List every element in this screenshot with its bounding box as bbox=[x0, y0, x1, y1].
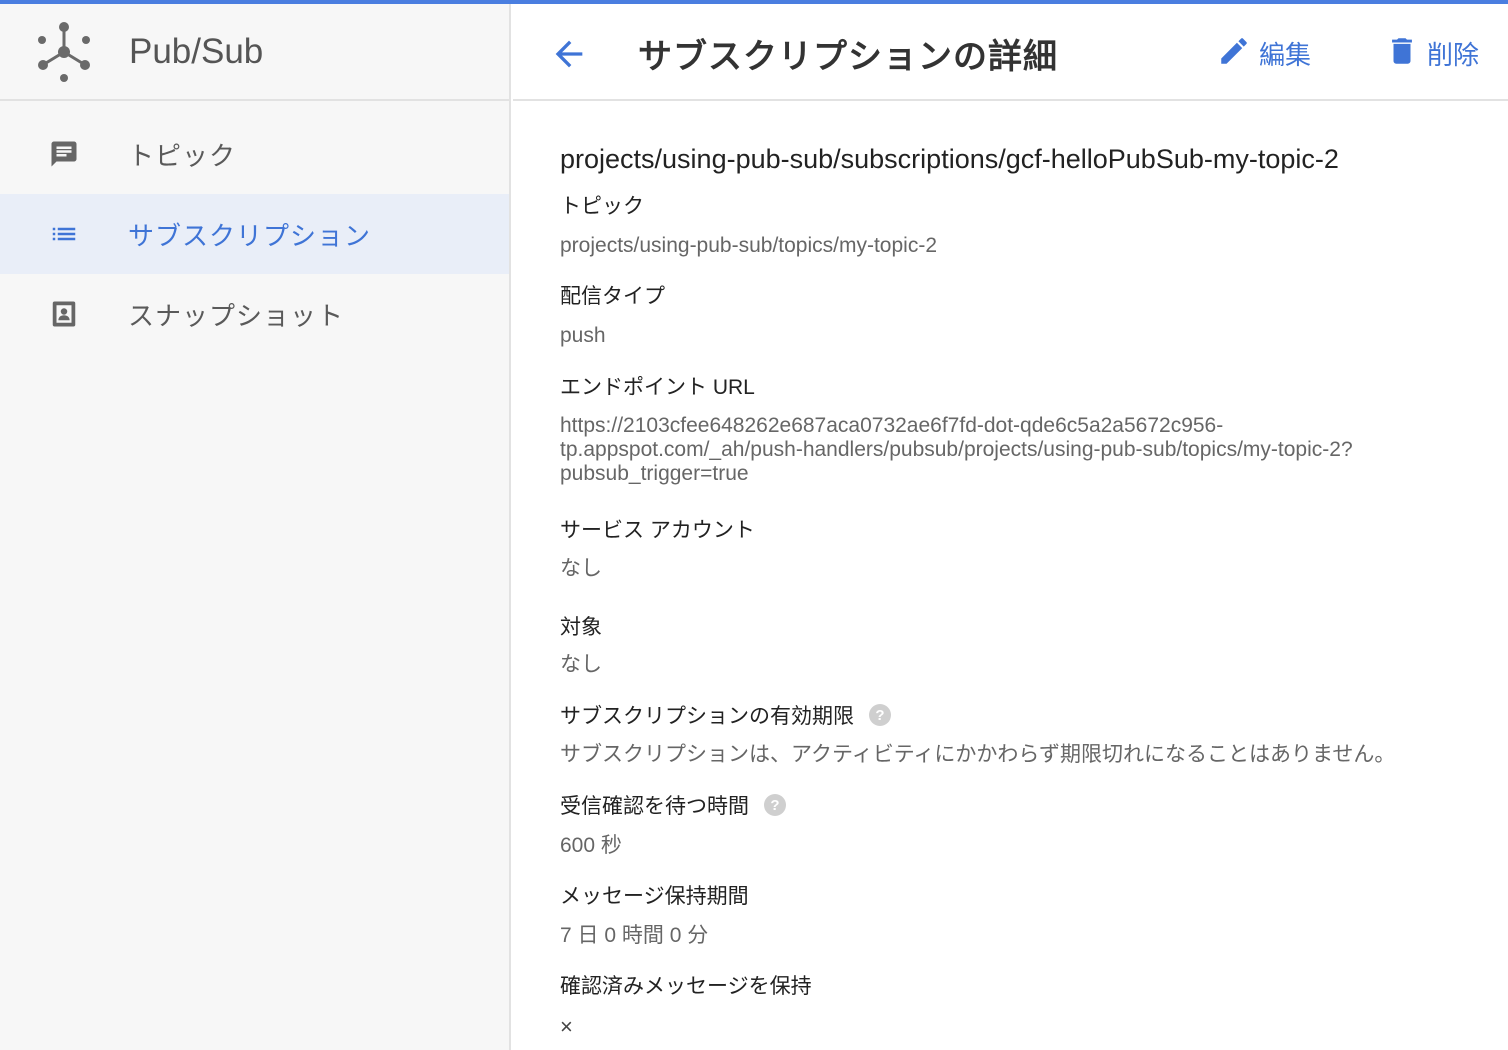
message-icon bbox=[48, 138, 80, 170]
delivery-type-value: push bbox=[560, 324, 606, 347]
page-header: サブスクリプションの詳細 編集 削除 bbox=[513, 4, 1508, 101]
delete-button-label: 削除 bbox=[1427, 40, 1480, 70]
ack-deadline-label: 受信確認を待つ時間 bbox=[560, 795, 749, 818]
delivery-type-label: 配信タイプ bbox=[560, 285, 665, 308]
expiration-value: サブスクリプションは、アクティビティにかかわらず期限切れになることはありません。 bbox=[560, 743, 1396, 766]
product-header: Pub/Sub bbox=[0, 4, 509, 101]
subscription-name: projects/using-pub-sub/subscriptions/gcf… bbox=[560, 144, 1339, 174]
retain-acked-value: × bbox=[560, 1014, 573, 1039]
sidebar-item-label: スナップショット bbox=[128, 300, 345, 331]
service-account-value: なし bbox=[560, 557, 602, 580]
sidebar-item-label: サブスクリプション bbox=[128, 220, 372, 251]
topic-label: トピック bbox=[560, 195, 644, 218]
pencil-icon bbox=[1217, 34, 1251, 73]
expiration-label-row: サブスクリプションの有効期限 ? bbox=[560, 700, 892, 730]
sidebar-item-topics[interactable]: トピック bbox=[0, 114, 509, 194]
ack-deadline-label-row: 受信確認を待つ時間 ? bbox=[560, 790, 787, 820]
expiration-label: サブスクリプションの有効期限 bbox=[560, 705, 854, 728]
endpoint-url-line2: tp.appspot.com/_ah/push-handlers/pubsub/… bbox=[560, 438, 1353, 461]
edit-button[interactable]: 編集 bbox=[1217, 34, 1311, 73]
endpoint-label: エンドポイント URL bbox=[560, 376, 755, 399]
service-account-label: サービス アカウント bbox=[560, 519, 755, 542]
help-circle-icon[interactable]: ? bbox=[763, 793, 787, 817]
topic-value: projects/using-pub-sub/topics/my-topic-2 bbox=[560, 234, 937, 257]
sidebar-item-label: トピック bbox=[128, 140, 237, 171]
sidebar: Pub/Sub トピック サブスクリプション スナップショット bbox=[0, 4, 511, 1050]
help-circle-icon[interactable]: ? bbox=[868, 703, 892, 727]
arrow-back-icon[interactable] bbox=[549, 34, 589, 74]
delete-button[interactable]: 削除 bbox=[1385, 34, 1479, 73]
sidebar-item-snapshots[interactable]: スナップショット bbox=[0, 274, 509, 354]
product-title: Pub/Sub bbox=[129, 31, 264, 71]
endpoint-url-line3: pubsub_trigger=true bbox=[560, 462, 749, 485]
trash-icon bbox=[1385, 34, 1419, 73]
ack-deadline-value: 600 秒 bbox=[560, 834, 622, 857]
retention-value: 7 日 0 時間 0 分 bbox=[560, 924, 709, 947]
retention-label: メッセージ保持期間 bbox=[560, 885, 749, 908]
page-title: サブスクリプションの詳細 bbox=[638, 38, 1058, 76]
edit-button-label: 編集 bbox=[1259, 40, 1312, 70]
retain-acked-label: 確認済みメッセージを保持 bbox=[560, 975, 812, 998]
audience-value: なし bbox=[560, 653, 602, 676]
svg-text:?: ? bbox=[770, 797, 779, 814]
sidebar-nav: トピック サブスクリプション スナップショット bbox=[0, 114, 509, 354]
list-icon bbox=[48, 218, 80, 250]
audience-label: 対象 bbox=[560, 616, 602, 639]
endpoint-url-line1: https://2103cfee648262e687aca0732ae6f7fd… bbox=[560, 414, 1224, 437]
snapshot-icon bbox=[48, 298, 80, 330]
sidebar-item-subscriptions[interactable]: サブスクリプション bbox=[0, 194, 509, 274]
pubsub-logo-icon bbox=[38, 21, 90, 82]
svg-text:?: ? bbox=[875, 707, 884, 724]
